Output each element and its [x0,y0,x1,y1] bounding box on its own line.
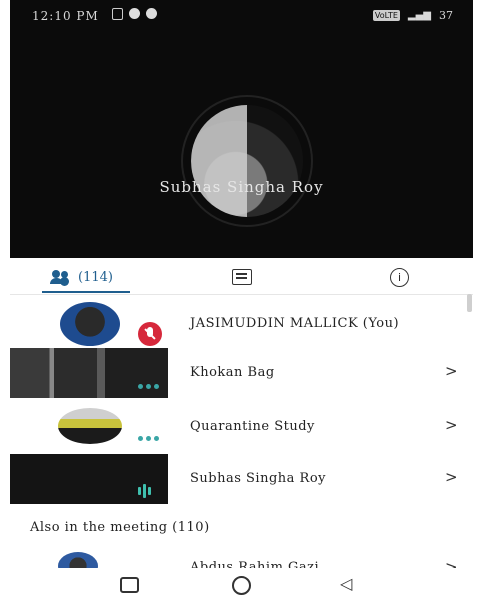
more-dots-icon [138,384,159,389]
chevron-right-icon[interactable]: > [445,558,458,568]
video-thumbnail [10,348,168,398]
participant-name: Khokan Bag [190,365,275,380]
participant-row[interactable]: Quarantine Study > [10,402,470,454]
notification-icons [112,8,157,20]
tab-bar: (114) i [10,258,473,294]
people-icon [50,270,72,284]
chevron-right-icon[interactable]: > [445,416,458,434]
back-button[interactable]: ◁ [340,574,352,593]
divider [10,294,473,295]
recents-button[interactable] [120,577,139,593]
notification-icon [112,8,123,20]
chat-bubble-icon [129,8,140,19]
participant-name: Quarantine Study [190,419,315,434]
status-time: 12:10 PM [32,9,99,23]
info-icon: i [390,267,409,287]
speaker-avatar [181,95,313,227]
tab-chat[interactable] [232,264,252,290]
home-button[interactable] [232,576,251,595]
participant-row[interactable]: Khokan Bag > [10,348,470,400]
battery-indicator: 37 [439,9,453,22]
participant-name: Abdus Rahim Gazi [190,560,320,568]
participant-row[interactable]: JASIMUDDIN MALLICK (You) [10,298,470,350]
speaker-name: Subhas Singha Roy [159,178,324,196]
chat-icon [232,269,252,285]
participant-row[interactable]: Subhas Singha Roy > [10,454,470,506]
more-dots-icon [138,436,159,441]
signal-icon: ▂▄▆ [407,10,431,21]
shield-icon [146,8,157,19]
tab-info[interactable]: i [390,264,409,290]
status-bar: 12:10 PM VoLTE ▂▄▆ 37 [10,0,473,30]
avatar [58,552,98,568]
participant-row[interactable]: Abdus Rahim Gazi > [10,548,470,568]
participants-count: (114) [78,269,113,285]
avatar [58,408,122,444]
status-right: VoLTE ▂▄▆ 37 [372,9,453,22]
avatar [60,302,120,346]
participant-name: JASIMUDDIN MALLICK (You) [190,316,400,331]
speaker-avatar-image [191,105,303,217]
active-tab-indicator [42,291,130,293]
mic-off-icon [138,322,162,346]
tab-participants[interactable]: (114) [50,264,113,290]
chevron-right-icon[interactable]: > [445,468,458,486]
participant-name: Subhas Singha Roy [190,471,326,486]
speaking-indicator-icon [138,484,151,498]
volte-badge: VoLTE [372,10,400,21]
active-speaker-video[interactable]: 12:10 PM VoLTE ▂▄▆ 37 Subhas Singha Roy [10,0,473,258]
also-in-meeting-label: Also in the meeting (110) [30,520,210,535]
chevron-right-icon[interactable]: > [445,362,458,380]
system-nav-bar: ◁ [0,572,482,595]
